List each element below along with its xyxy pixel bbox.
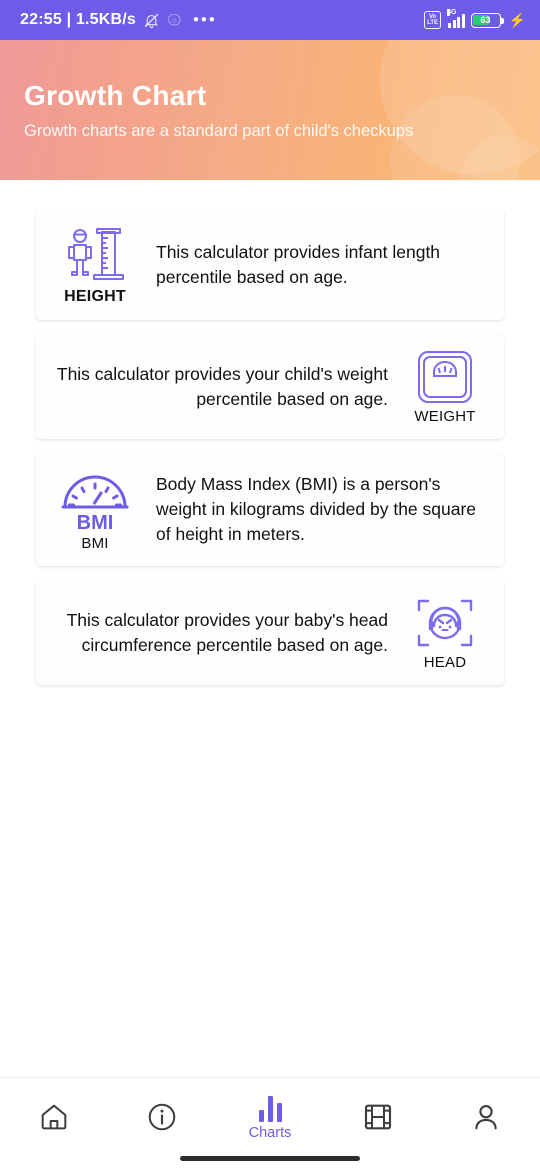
info-icon <box>148 1103 176 1131</box>
nav-item-charts[interactable]: Charts <box>216 1078 324 1156</box>
weight-card-text: This calculator provides your child's we… <box>56 363 388 409</box>
nav-item-home[interactable] <box>0 1078 108 1156</box>
app-badge-icon: G <box>167 13 182 26</box>
height-icon-label: HEIGHT <box>64 288 126 305</box>
bmi-card-text: Body Mass Index (BMI) is a person's weig… <box>156 474 477 544</box>
calculator-card-bmi[interactable]: BMI BMI Body Mass Index (BMI) is a perso… <box>36 453 504 566</box>
bottom-navigation: Charts <box>0 1077 540 1170</box>
bmi-icon-inner-text: BMI <box>77 512 114 533</box>
film-icon <box>364 1104 392 1130</box>
network-type-label: 4G <box>447 8 457 16</box>
volte-icon: Vo LTE <box>424 11 442 29</box>
status-bar-right: Vo LTE 4G 63 ⚡ <box>424 8 526 29</box>
bmi-icon-label: BMI <box>81 535 109 552</box>
head-icon-group: HEAD <box>402 594 488 671</box>
calculator-card-height[interactable]: HEIGHT This calculator provides infant l… <box>36 210 504 320</box>
calculator-card-head[interactable]: HEAD This calculator provides your baby'… <box>36 580 504 685</box>
bottom-nav-items: Charts <box>0 1078 540 1156</box>
volte-line-2: LTE <box>427 20 439 26</box>
signal-bars-icon: 4G <box>447 8 465 28</box>
home-icon <box>41 1104 67 1130</box>
bmi-icon-group: BMI BMI <box>52 467 138 552</box>
charging-bolt-icon: ⚡ <box>508 12 526 28</box>
height-icon-group: HEIGHT <box>52 224 138 306</box>
page-title: Growth Chart <box>24 80 207 111</box>
weight-scale-icon <box>418 351 472 403</box>
page-subtitle: Growth charts are a standard part of chi… <box>24 122 414 140</box>
head-icon-label: HEAD <box>423 654 467 671</box>
weight-icon-group: WEIGHT <box>402 348 488 425</box>
bmi-gauge-icon: BMI <box>61 475 129 533</box>
svg-text:G: G <box>172 18 176 24</box>
calculator-card-list: HEIGHT This calculator provides infant l… <box>0 180 540 685</box>
height-card-text: This calculator provides infant length p… <box>156 242 441 287</box>
height-ruler-icon <box>68 228 124 280</box>
bar-chart-icon <box>258 1094 282 1122</box>
nav-item-info[interactable] <box>108 1078 216 1156</box>
status-time-and-speed: 22:55 | 1.5KB/s <box>20 11 136 28</box>
battery-percent-label: 63 <box>480 15 491 25</box>
calculator-card-weight[interactable]: WEIGHT This calculator provides your chi… <box>36 334 504 439</box>
nav-item-profile[interactable] <box>432 1078 540 1156</box>
nav-item-charts-label: Charts <box>248 1124 292 1141</box>
weight-icon-label: WEIGHT <box>414 408 476 425</box>
status-bar: 22:55 | 1.5KB/s G ••• Vo LTE 4G 63 ⚡ <box>0 0 540 40</box>
battery-icon: 63 <box>470 12 504 28</box>
status-overflow-dots: ••• <box>192 10 217 29</box>
home-indicator <box>180 1156 360 1161</box>
nav-item-videos[interactable] <box>324 1078 432 1156</box>
head-card-text: This calculator provides your baby's hea… <box>66 609 388 655</box>
head-circumference-icon <box>417 599 473 647</box>
bell-muted-icon <box>144 13 159 28</box>
page-header: Growth Chart Growth charts are a standar… <box>0 40 540 180</box>
status-bar-left: 22:55 | 1.5KB/s G ••• <box>20 11 424 29</box>
person-icon <box>475 1105 497 1130</box>
